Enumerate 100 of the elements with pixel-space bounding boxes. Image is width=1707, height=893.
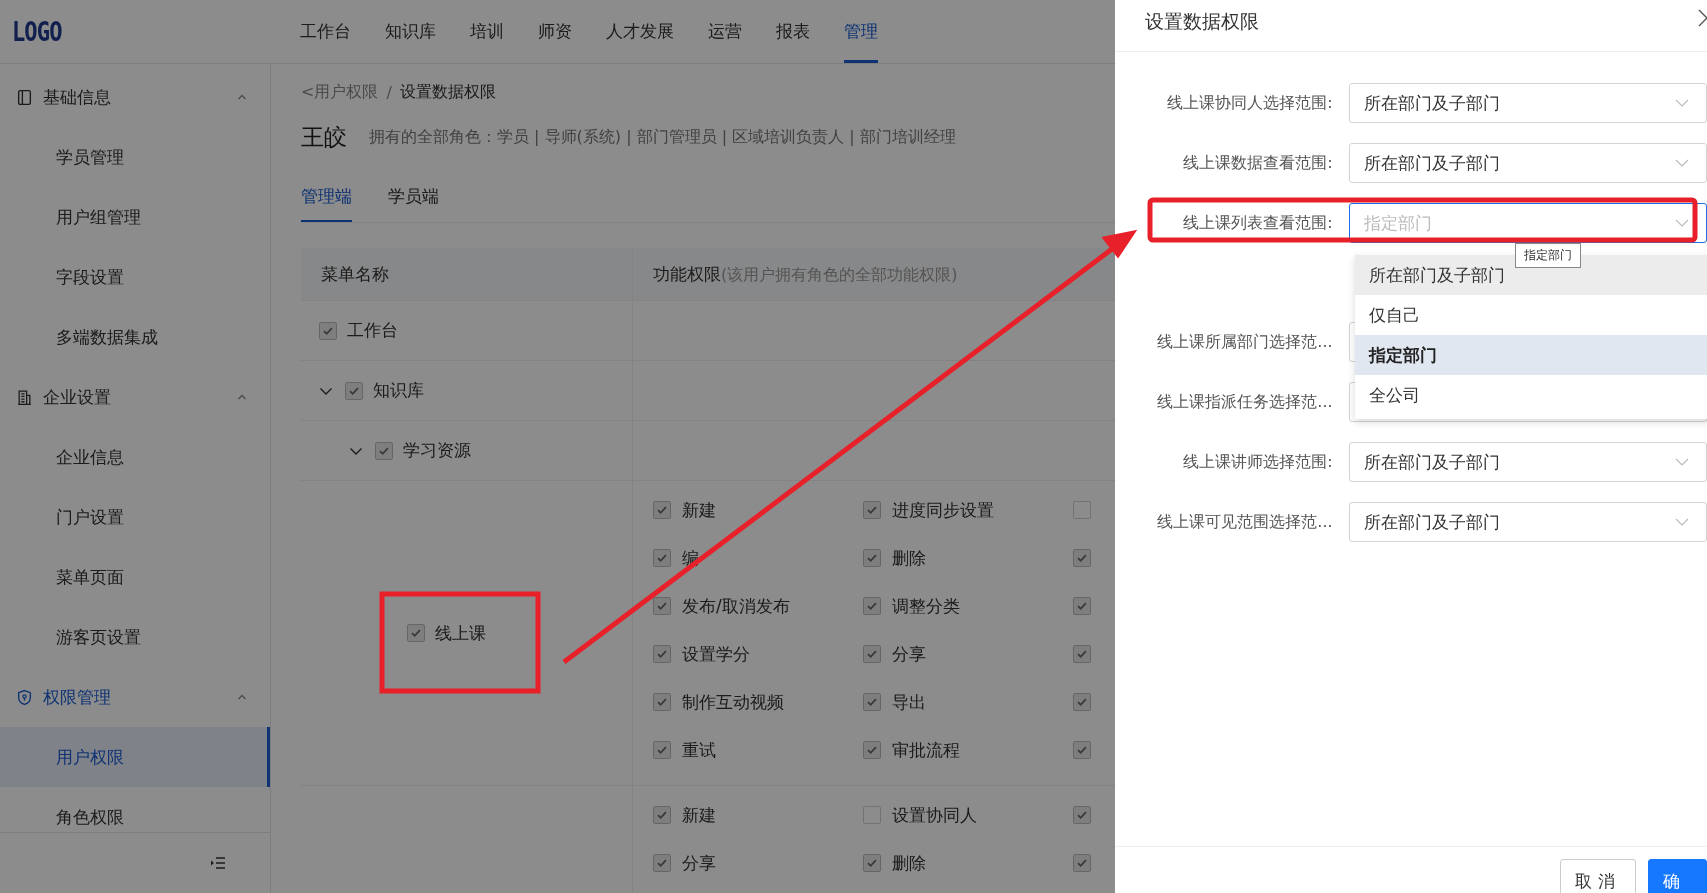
- permission-label: 新建: [682, 803, 716, 827]
- checkbox[interactable]: [863, 645, 881, 663]
- permission-label: 发布/取消发布: [682, 594, 790, 618]
- checkbox[interactable]: [407, 624, 425, 642]
- menu-name: 工作台: [347, 319, 398, 342]
- sidebar-group[interactable]: 企业设置: [0, 367, 270, 427]
- breadcrumb-current: 设置数据权限: [399, 81, 496, 103]
- permission-label: 删除: [892, 851, 926, 875]
- checkbox[interactable]: [1073, 693, 1091, 711]
- sidebar-item[interactable]: 字段设置: [0, 247, 270, 307]
- tab[interactable]: 学员端: [388, 172, 439, 222]
- checkbox[interactable]: [1073, 549, 1091, 567]
- drawer-title: 设置数据权限: [1145, 8, 1259, 34]
- checkbox[interactable]: [653, 501, 671, 519]
- breadcrumb-link[interactable]: <用户权限: [301, 81, 379, 103]
- close-icon[interactable]: [1698, 9, 1707, 27]
- sidebar-item[interactable]: 用户权限: [0, 727, 270, 787]
- checkbox[interactable]: [863, 741, 881, 759]
- checkbox[interactable]: [319, 321, 337, 340]
- sidebar-group[interactable]: 基础信息: [0, 67, 270, 127]
- sidebar-item[interactable]: 门户设置: [0, 487, 270, 547]
- checkbox[interactable]: [863, 597, 881, 615]
- field-label: 线上课数据查看范围:: [1182, 152, 1333, 174]
- sidebar-item[interactable]: 角色权限: [0, 787, 270, 832]
- dropdown-option[interactable]: 指定部门: [1355, 335, 1707, 375]
- checkbox[interactable]: [1073, 597, 1091, 615]
- dropdown-option[interactable]: 仅自己: [1355, 295, 1707, 335]
- breadcrumb-separator: /: [386, 82, 392, 102]
- permission-label: 重试: [682, 738, 716, 762]
- select-field[interactable]: 所在部门及子部门: [1348, 502, 1707, 542]
- nav-tab[interactable]: 管理: [844, 0, 878, 63]
- field-label: 线上课所属部门选择范...: [1156, 331, 1333, 353]
- nav-tab[interactable]: 师资: [538, 0, 572, 63]
- permission-label: 导出: [892, 690, 926, 714]
- checkbox[interactable]: [375, 441, 393, 460]
- permission-label: 审批流程: [892, 738, 960, 762]
- checkbox[interactable]: [653, 854, 671, 872]
- menu-name: 学习资源: [403, 439, 471, 462]
- field-label: 线上课可见范围选择范...: [1156, 511, 1333, 533]
- chevron-down-icon: [1674, 518, 1689, 526]
- chevron-down-icon: [1674, 219, 1689, 227]
- nav-tab[interactable]: 工作台: [300, 0, 351, 63]
- permission-label: 调整分类: [892, 594, 960, 618]
- nav-tab[interactable]: 知识库: [385, 0, 436, 63]
- permission-label: 分享: [892, 642, 926, 666]
- sidebar-item[interactable]: 企业信息: [0, 427, 270, 487]
- user-name: 王皎: [301, 122, 347, 152]
- select-field[interactable]: 所在部门及子部门: [1348, 442, 1707, 482]
- column-header: 菜单名称: [321, 262, 389, 286]
- field-label: 线上课列表查看范围:: [1182, 212, 1333, 234]
- checkbox[interactable]: [863, 854, 881, 872]
- checkbox[interactable]: [653, 693, 671, 711]
- checkbox[interactable]: [653, 645, 671, 663]
- checkbox[interactable]: [653, 549, 671, 567]
- permission-label: 制作互动视频: [682, 690, 784, 714]
- select-field[interactable]: 所在部门及子部门: [1348, 83, 1707, 123]
- permission-label: 设置学分: [682, 642, 750, 666]
- chevron-down-icon: [1674, 159, 1689, 167]
- checkbox[interactable]: [1073, 741, 1091, 759]
- nav-tab[interactable]: 报表: [776, 0, 810, 63]
- checkbox[interactable]: [1073, 854, 1091, 872]
- sidebar-item[interactable]: 多端数据集成: [0, 307, 270, 367]
- sidebar-item[interactable]: 学员管理: [0, 127, 270, 187]
- tooltip: 指定部门: [1515, 243, 1581, 268]
- checkbox[interactable]: [345, 381, 363, 400]
- permission-label: 新建: [682, 498, 716, 522]
- building-icon: [16, 388, 33, 406]
- sidebar-item[interactable]: 菜单页面: [0, 547, 270, 607]
- select-field[interactable]: 所在部门及子部门: [1348, 143, 1707, 183]
- cancel-button[interactable]: 取消: [1560, 859, 1636, 893]
- sidebar-item[interactable]: 游客页设置: [0, 607, 270, 667]
- checkbox[interactable]: [863, 501, 881, 519]
- logo: LOGO: [10, 16, 63, 47]
- permission-label: 删除: [892, 546, 926, 570]
- field-label: 线上课协同人选择范围:: [1166, 92, 1333, 114]
- checkbox[interactable]: [653, 597, 671, 615]
- nav-tab[interactable]: 培训: [470, 0, 504, 63]
- sidebar-group[interactable]: 权限管理: [0, 667, 270, 727]
- checkbox[interactable]: [1073, 806, 1091, 824]
- sidebar-item[interactable]: 用户组管理: [0, 187, 270, 247]
- collapse-menu-icon[interactable]: [210, 856, 226, 870]
- permission-label: 分享: [682, 851, 716, 875]
- checkbox[interactable]: [863, 549, 881, 567]
- menu-name: 线上课: [435, 621, 486, 645]
- dropdown-option[interactable]: 全公司: [1355, 375, 1707, 415]
- user-roles: 拥有的全部角色：学员 | 导师(系统) | 部门管理员 | 区域培训负责人 | 部门培训经理: [369, 126, 956, 148]
- checkbox[interactable]: [653, 741, 671, 759]
- checkbox[interactable]: [863, 693, 881, 711]
- checkbox[interactable]: [653, 806, 671, 824]
- checkbox[interactable]: [1073, 501, 1091, 519]
- nav-tab[interactable]: 运营: [708, 0, 742, 63]
- field-label: 线上课讲师选择范围:: [1182, 451, 1333, 473]
- checkbox[interactable]: [863, 806, 881, 824]
- tab[interactable]: 管理端: [301, 172, 352, 222]
- checkbox[interactable]: [1073, 645, 1091, 663]
- chevron-down-icon: [1674, 458, 1689, 466]
- permission-label: 设置协同人: [892, 803, 977, 827]
- nav-tab[interactable]: 人才发展: [606, 0, 674, 63]
- field-label: 线上课指派任务选择范...: [1156, 391, 1333, 413]
- confirm-button[interactable]: 确: [1648, 859, 1707, 893]
